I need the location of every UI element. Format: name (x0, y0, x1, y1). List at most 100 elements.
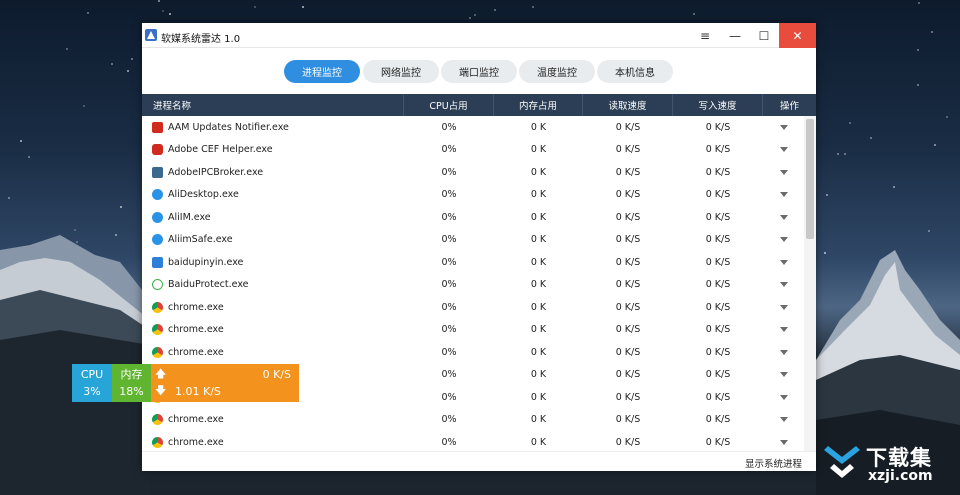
row-actions-cell (763, 364, 804, 387)
dropdown-arrow-icon[interactable] (779, 169, 788, 175)
minimize-button[interactable]: — (720, 23, 750, 48)
write-speed-cell: 0 K/S (705, 121, 731, 133)
row-actions-cell (763, 431, 804, 451)
table-row[interactable]: AdobeIPCBroker.exe 0% 0 K 0 K/S 0 K/S (142, 161, 804, 184)
chrome-icon (152, 324, 163, 336)
process-name-text: AdobeIPCBroker.exe (168, 166, 264, 178)
upload-speed-value: 0 K/S (262, 368, 291, 381)
row-actions-cell (763, 341, 804, 364)
memory-usage-panel: 内存 18% (112, 364, 151, 402)
table-row[interactable]: chrome.exe 0% 0 K 0 K/S 0 K/S (142, 409, 804, 432)
read-speed-cell: 0 K/S (615, 189, 641, 201)
process-name-text: AliDesktop.exe (168, 189, 239, 201)
ali-icon (152, 189, 163, 201)
dropdown-arrow-icon[interactable] (779, 192, 788, 198)
dropdown-arrow-icon[interactable] (779, 327, 788, 333)
upload-speed-line: 🡅 0 K/S (155, 366, 295, 383)
row-actions-cell (763, 184, 804, 207)
process-name-text: chrome.exe (168, 346, 224, 358)
process-name-cell: BaiduProtect.exe (142, 274, 404, 297)
floating-monitor-widget[interactable]: CPU 3% 内存 18% 🡅 0 K/S 🡇 1.01 K/S (72, 364, 299, 402)
cpu-usage-cell: 0% (441, 346, 457, 358)
chrome-icon (152, 346, 163, 358)
cpu-usage-cell: 0% (441, 279, 457, 291)
title-bar[interactable]: 软媒系统雷达 1.0 ≡ — ☐ ✕ (142, 23, 816, 48)
read-speed-cell: 0 K/S (615, 436, 641, 448)
column-header-read-speed[interactable]: 读取速度 (583, 94, 673, 116)
memory-usage-cell: 0 K (530, 414, 547, 426)
dropdown-arrow-icon[interactable] (779, 214, 788, 220)
show-system-processes-toggle[interactable]: 显示系统进程 (745, 456, 802, 470)
table-row[interactable]: Adobe CEF Helper.exe 0% 0 K 0 K/S 0 K/S (142, 139, 804, 162)
memory-usage-cell: 0 K (530, 256, 547, 268)
column-header-write-speed[interactable]: 写入速度 (673, 94, 763, 116)
table-row[interactable]: chrome.exe 0% 0 K 0 K/S 0 K/S (142, 319, 804, 342)
write-speed-cell: 0 K/S (705, 369, 731, 381)
dropdown-arrow-icon[interactable] (779, 417, 788, 423)
memory-usage-cell: 0 K (530, 436, 547, 448)
maximize-button[interactable]: ☐ (749, 23, 779, 48)
dropdown-arrow-icon[interactable] (779, 259, 788, 265)
cpu-value: 3% (83, 385, 101, 398)
process-name-cell: AliIM.exe (142, 206, 404, 229)
table-row[interactable]: baidupinyin.exe 0% 0 K 0 K/S 0 K/S (142, 251, 804, 274)
column-header-process-name[interactable]: 进程名称 (142, 94, 404, 116)
memory-usage-cell: 0 K (530, 391, 547, 403)
write-speed-cell: 0 K/S (705, 189, 731, 201)
tab-bar: 进程监控 网络监控 端口监控 温度监控 本机信息 (142, 48, 816, 94)
tab-network-monitor[interactable]: 网络监控 (363, 60, 439, 83)
tab-system-info[interactable]: 本机信息 (597, 60, 673, 83)
read-speed-cell: 0 K/S (615, 256, 641, 268)
scrollbar-thumb[interactable] (806, 119, 814, 239)
dropdown-arrow-icon[interactable] (779, 282, 788, 288)
table-row[interactable]: BaiduProtect.exe 0% 0 K 0 K/S 0 K/S (142, 274, 804, 297)
dropdown-arrow-icon[interactable] (779, 394, 788, 400)
cpu-usage-cell: 0% (441, 414, 457, 426)
tab-port-monitor[interactable]: 端口监控 (441, 60, 517, 83)
table-row[interactable]: chrome.exe 0% 0 K 0 K/S 0 K/S (142, 296, 804, 319)
read-speed-cell: 0 K/S (615, 234, 641, 246)
cpu-usage-cell: 0% (441, 301, 457, 313)
table-row[interactable]: chrome.exe 0% 0 K 0 K/S 0 K/S (142, 431, 804, 451)
read-speed-cell: 0 K/S (615, 301, 641, 313)
dropdown-arrow-icon[interactable] (779, 124, 788, 130)
footer-bar: 显示系统进程 (142, 451, 816, 471)
dropdown-arrow-icon[interactable] (779, 439, 788, 445)
dropdown-arrow-icon[interactable] (779, 349, 788, 355)
cpu-usage-cell: 0% (441, 189, 457, 201)
tab-process-monitor[interactable]: 进程监控 (284, 60, 360, 83)
close-button[interactable]: ✕ (779, 23, 816, 48)
dropdown-arrow-icon[interactable] (779, 304, 788, 310)
process-name-cell: chrome.exe (142, 296, 404, 319)
process-name-text: chrome.exe (168, 436, 224, 448)
cpu-usage-cell: 0% (441, 369, 457, 381)
column-header-cpu[interactable]: CPU占用 (404, 94, 494, 116)
memory-usage-cell: 0 K (530, 369, 547, 381)
dropdown-arrow-icon[interactable] (779, 237, 788, 243)
table-row[interactable]: AliimSafe.exe 0% 0 K 0 K/S 0 K/S (142, 229, 804, 252)
row-actions-cell (763, 409, 804, 432)
write-speed-cell: 0 K/S (705, 256, 731, 268)
write-speed-cell: 0 K/S (705, 144, 731, 156)
cpu-usage-cell: 0% (441, 324, 457, 336)
cpu-label: CPU (80, 368, 104, 381)
dropdown-arrow-icon[interactable] (779, 372, 788, 378)
process-name-text: chrome.exe (168, 301, 224, 313)
row-actions-cell (763, 251, 804, 274)
table-row[interactable]: AliIM.exe 0% 0 K 0 K/S 0 K/S (142, 206, 804, 229)
column-header-memory[interactable]: 内存占用 (494, 94, 583, 116)
write-speed-cell: 0 K/S (705, 211, 731, 223)
table-row[interactable]: AAM Updates Notifier.exe 0% 0 K 0 K/S 0 K/S (142, 116, 804, 139)
table-row[interactable]: AliDesktop.exe 0% 0 K 0 K/S 0 K/S (142, 184, 804, 207)
dropdown-arrow-icon[interactable] (779, 147, 788, 153)
memory-usage-cell: 0 K (530, 301, 547, 313)
read-speed-cell: 0 K/S (615, 391, 641, 403)
tab-temperature-monitor[interactable]: 温度监控 (519, 60, 595, 83)
menu-button[interactable]: ≡ (690, 23, 720, 48)
watermark-logo-icon (824, 446, 860, 478)
table-row[interactable]: chrome.exe 0% 0 K 0 K/S 0 K/S (142, 341, 804, 364)
vertical-scrollbar[interactable] (804, 116, 816, 451)
row-actions-cell (763, 296, 804, 319)
row-actions-cell (763, 206, 804, 229)
cpu-usage-cell: 0% (441, 256, 457, 268)
